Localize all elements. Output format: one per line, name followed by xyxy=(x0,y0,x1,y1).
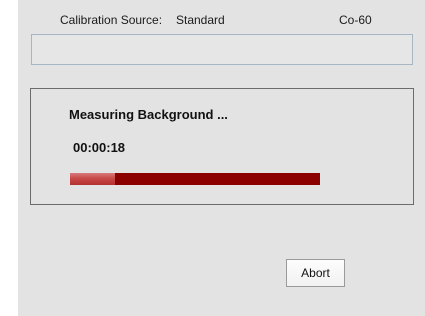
calibration-source-value: Standard xyxy=(176,13,225,27)
calibration-source-label: Calibration Source: xyxy=(60,13,163,27)
abort-button[interactable]: Abort xyxy=(286,259,345,287)
calibration-info-field xyxy=(31,34,413,65)
measurement-panel: Measuring Background ... 00:00:18 xyxy=(30,88,414,205)
progress-bar xyxy=(70,173,320,185)
calibration-isotope: Co-60 xyxy=(339,13,372,27)
progress-bar-fill xyxy=(70,173,115,185)
elapsed-timer: 00:00:18 xyxy=(73,140,126,155)
measurement-title: Measuring Background ... xyxy=(69,107,228,122)
calibration-dialog: Calibration Source: Standard Co-60 Measu… xyxy=(18,0,425,316)
calibration-source-row: Calibration Source: Standard Co-60 xyxy=(18,13,425,31)
